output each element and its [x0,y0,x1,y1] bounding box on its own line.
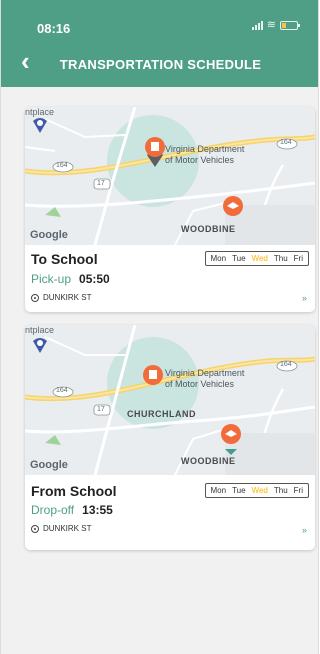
route-17-label: 17 [97,406,105,413]
day-mon: Mon [210,486,227,495]
page-title: TRANSPORTATION SCHEDULE [59,57,262,72]
chevron-right-icon[interactable]: » [302,525,307,535]
time-row: Pick-up 05:50 [31,272,110,286]
map-dmv-line2: of Motor Vehicles [165,155,235,165]
day-tue: Tue [232,486,246,495]
map-place-label: ntplace [25,325,55,335]
card-title: To School [31,251,98,267]
day-thu: Thu [273,486,288,495]
schedule-card-to-school[interactable]: ntplace Virginia Department of Motor Veh… [25,107,315,312]
address-row: DUNKIRK ST [31,293,91,302]
day-mon: Mon [210,254,227,263]
app-header: 08:16 ≋ ‹ TRANSPORTATION SCHEDULE [1,0,318,87]
time-label: Pick-up [31,272,72,286]
address-text: DUNKIRK ST [43,524,92,533]
map-area-label-2: CHURCHLAND [127,409,196,419]
address-text: DUNKIRK ST [43,293,92,302]
google-logo: Google [30,229,68,241]
day-tue: Tue [232,254,246,263]
signal-icon [251,20,263,30]
route-map[interactable]: ntplace Virginia Department of Motor Veh… [25,325,315,475]
map-area-label: WOODBINE [181,456,236,466]
time-label: Drop-off [31,503,75,517]
route-164-label-2: 164 [280,361,292,368]
status-icons: ≋ [251,19,300,31]
route-164-label: 164 [56,162,68,169]
day-wed: Wed [251,486,268,495]
weekday-selector: Mon Tue Wed Thu Fri [204,251,309,266]
card-title: From School [31,483,117,499]
route-map[interactable]: ntplace Virginia Department of Motor Veh… [25,107,315,245]
time-value: 05:50 [79,272,110,286]
map-area-label: WOODBINE [181,224,236,234]
time-row: Drop-off 13:55 [31,503,113,517]
phone-screen: 08:16 ≋ ‹ TRANSPORTATION SCHEDULE ntplac… [0,0,319,654]
wifi-icon: ≋ [266,19,276,31]
day-fri: Fri [293,486,303,495]
address-row: DUNKIRK ST [31,524,91,533]
weekday-selector: Mon Tue Wed Thu Fri [204,483,309,498]
map-dmv-line1: Virginia Department [165,368,245,378]
route-164-label: 164 [56,387,68,394]
day-wed: Wed [251,254,268,263]
route-164-label-2: 164 [280,139,292,146]
route-17-label: 17 [97,180,105,187]
schedule-card-from-school[interactable]: ntplace Virginia Department of Motor Veh… [25,325,315,550]
day-fri: Fri [293,254,303,263]
status-time: 08:16 [37,21,71,36]
chevron-right-icon[interactable]: » [302,293,307,303]
map-dmv-line1: Virginia Department [165,144,245,154]
location-icon [31,293,39,302]
map-graphic [25,107,315,245]
day-thu: Thu [273,254,288,263]
map-place-label: ntplace [25,107,55,117]
google-logo: Google [30,459,68,471]
time-value: 13:55 [82,503,113,517]
battery-icon [280,20,300,30]
location-icon [31,524,39,533]
map-graphic [25,325,315,475]
map-dmv-line2: of Motor Vehicles [165,379,235,389]
